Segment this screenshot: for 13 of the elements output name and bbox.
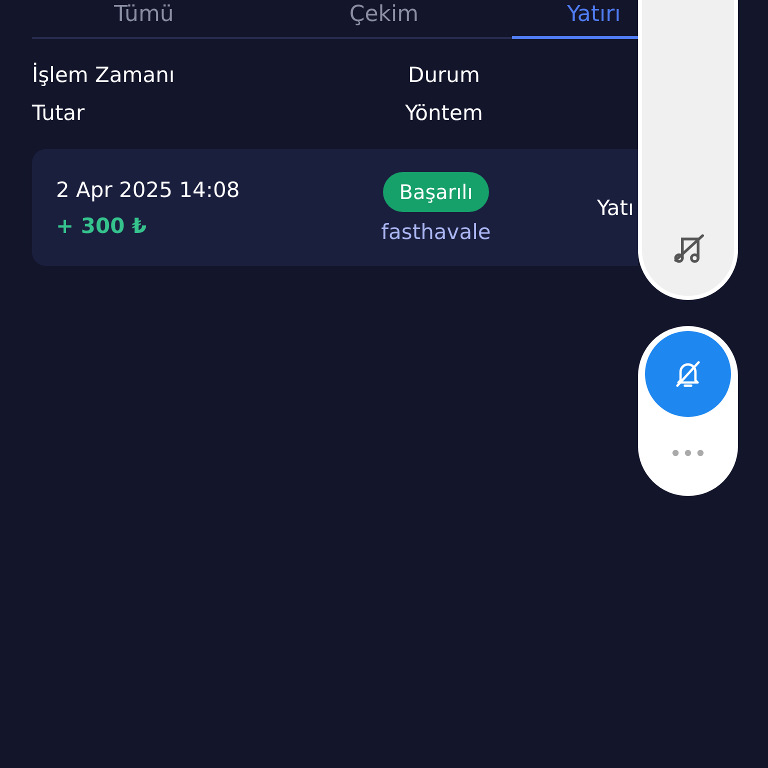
payment-method: fasthavale: [381, 220, 491, 244]
notification-button[interactable]: [645, 331, 731, 417]
column-header: Yöntem: [405, 101, 483, 125]
column-header: Tutar: [32, 101, 86, 125]
transaction-amount: + 300 ₺: [56, 214, 148, 238]
column-header: Durum: [408, 63, 480, 87]
column-header: İşlem Zamanı: [32, 63, 176, 87]
transaction-time: 2 Apr 2025 14:08: [56, 178, 241, 202]
transaction-type: Yatı: [597, 196, 634, 220]
status-badge: Başarılı: [383, 172, 489, 212]
tab[interactable]: Tümü: [32, 0, 256, 39]
transaction-card[interactable]: 2 Apr 2025 14:08 + 300 ₺ Başarılı fasthavale Yatı: [32, 149, 638, 266]
tab[interactable]: Çekim: [256, 0, 512, 39]
